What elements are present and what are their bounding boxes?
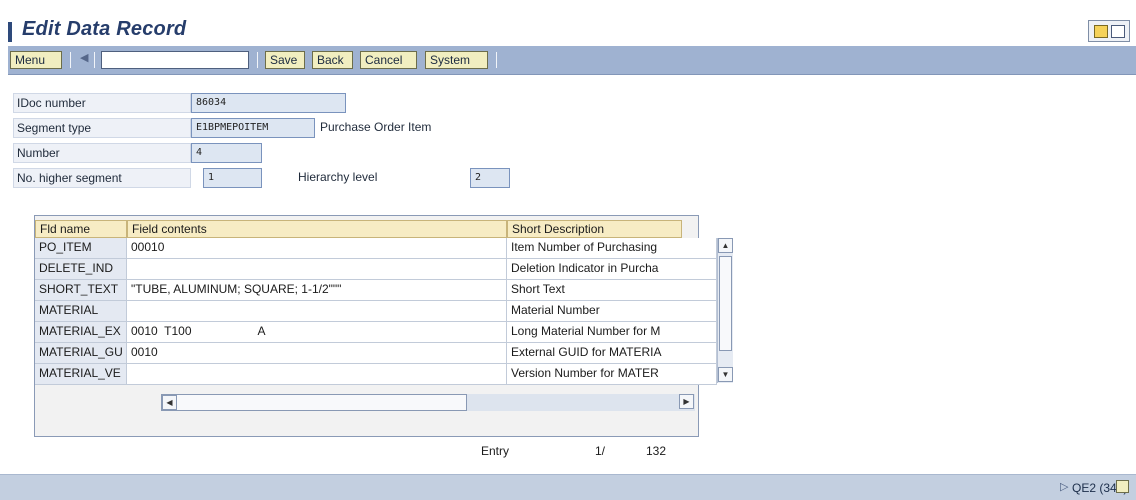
column-header-field-contents[interactable]: Field contents	[127, 220, 507, 238]
table-row-field-contents[interactable]: 00010	[127, 238, 507, 259]
save-button[interactable]: Save	[265, 51, 305, 69]
entry-total: 132	[646, 444, 667, 458]
table-row-short-description: External GUID for MATERIA	[507, 343, 717, 364]
layout-icon	[1110, 24, 1125, 38]
menu-button[interactable]: Menu	[10, 51, 62, 69]
table-row-field-name[interactable]: DELETE_IND	[35, 259, 127, 280]
table-row-field-name[interactable]: MATERIAL_EX	[35, 322, 127, 343]
scroll-up-icon[interactable]: ▲	[718, 238, 733, 253]
table-row-field-contents[interactable]	[127, 301, 507, 322]
table-row-field-contents[interactable]	[127, 259, 507, 280]
status-options-icon[interactable]	[1116, 480, 1129, 493]
toolbar-separator	[496, 52, 497, 68]
segment-type-field[interactable]: E1BPMEPOITEM	[191, 118, 315, 138]
system-button[interactable]: System	[425, 51, 488, 69]
application-toolbar: Menu ◀ Save Back Cancel System	[8, 46, 1136, 75]
table-row-field-contents[interactable]: "TUBE, ALUMINUM; SQUARE; 1-1/2"""	[127, 280, 507, 301]
status-bar: ▷ QE2 (343)	[0, 474, 1136, 500]
table-row-short-description: Long Material Number for M	[507, 322, 717, 343]
number-label: Number	[13, 143, 191, 163]
toolbar-separator	[94, 52, 95, 68]
hierarchy-level-label: Hierarchy level	[298, 170, 378, 184]
number-field[interactable]: 4	[191, 143, 262, 163]
toolbar-separator	[70, 52, 71, 68]
table-row-field-contents[interactable]: 0010	[127, 343, 507, 364]
toolbar-separator	[257, 52, 258, 68]
idoc-number-field[interactable]: 86034	[191, 93, 346, 113]
table-row-field-name[interactable]: SHORT_TEXT	[35, 280, 127, 301]
table-row-field-contents[interactable]	[127, 364, 507, 385]
horizontal-scrollbar-description[interactable]: ▶	[467, 394, 695, 411]
command-field[interactable]	[101, 51, 249, 69]
scroll-left-icon[interactable]: ◀	[162, 395, 177, 410]
table-row-field-name[interactable]: PO_ITEM	[35, 238, 127, 259]
horizontal-scrollbar-contents[interactable]: ◀	[161, 394, 467, 411]
column-header-short-description[interactable]: Short Description	[507, 220, 682, 238]
hierarchy-level-field[interactable]: 2	[470, 168, 510, 188]
scroll-right-icon[interactable]: ▶	[679, 394, 694, 409]
table-row-short-description: Material Number	[507, 301, 717, 322]
table-row-field-name[interactable]: MATERIAL	[35, 301, 127, 322]
help-icon	[1093, 24, 1108, 38]
table-row-short-description: Item Number of Purchasing	[507, 238, 717, 259]
back-button[interactable]: Back	[312, 51, 353, 69]
table-row-field-name[interactable]: MATERIAL_GU	[35, 343, 127, 364]
data-record-table: Fld name Field contents Short Descriptio…	[34, 215, 733, 437]
chevron-left-icon[interactable]: ◀	[80, 51, 88, 64]
title-bar: Edit Data Record	[0, 0, 1136, 46]
vertical-scrollbar[interactable]: ▲ ▼	[717, 238, 733, 383]
expand-status-icon[interactable]: ▷	[1060, 480, 1068, 493]
table-row-short-description: Version Number for MATER	[507, 364, 717, 385]
higher-segment-field[interactable]: 1	[203, 168, 262, 188]
title-accent	[8, 22, 12, 42]
cancel-button[interactable]: Cancel	[360, 51, 417, 69]
segment-type-label: Segment type	[13, 118, 191, 138]
entry-current: 1/	[595, 444, 606, 458]
entry-label: Entry	[481, 444, 510, 458]
table-row-short-description: Short Text	[507, 280, 717, 301]
vertical-scroll-thumb[interactable]	[719, 256, 732, 351]
page-title: Edit Data Record	[22, 18, 187, 40]
table-row-field-name[interactable]: MATERIAL_VE	[35, 364, 127, 385]
help-button[interactable]	[1088, 20, 1130, 42]
idoc-number-label: IDoc number	[13, 93, 191, 113]
higher-segment-label: No. higher segment	[13, 168, 191, 188]
column-header-field-name[interactable]: Fld name	[35, 220, 127, 238]
segment-type-description: Purchase Order Item	[320, 120, 432, 134]
table-row-short-description: Deletion Indicator in Purcha	[507, 259, 717, 280]
table-row-field-contents[interactable]: 0010 T100 A	[127, 322, 507, 343]
scroll-down-icon[interactable]: ▼	[718, 367, 733, 382]
